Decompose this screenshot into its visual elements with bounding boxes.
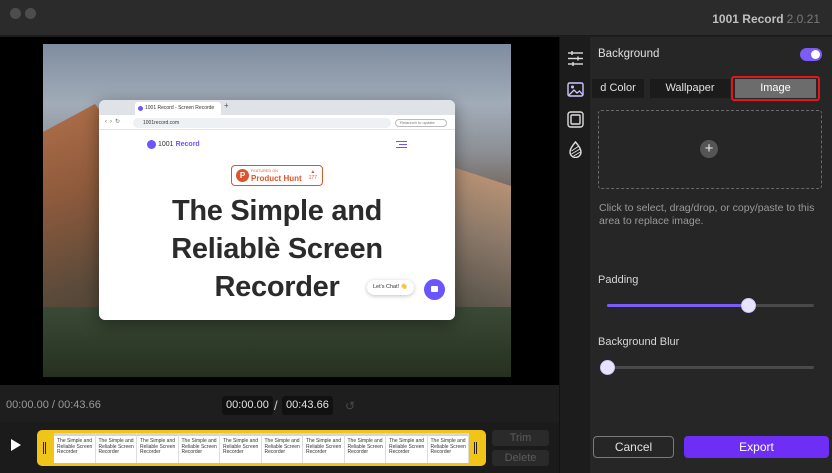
image-icon[interactable] <box>567 81 584 98</box>
undo-icon[interactable]: ↺ <box>345 399 355 413</box>
padding-label: Padding <box>598 274 639 286</box>
browser-tab-bar: 1001 Record - Screen Recorde + <box>99 100 455 115</box>
background-toggle[interactable] <box>800 48 822 61</box>
selection-highlight <box>731 76 820 101</box>
browser-tab: 1001 Record - Screen Recorde <box>135 102 221 115</box>
ph-votes: 177 <box>308 175 317 181</box>
ph-upvote: ▲ 177 <box>308 169 317 181</box>
export-button[interactable]: Export <box>684 436 829 458</box>
delete-button[interactable]: Delete <box>492 450 549 466</box>
browser-url-bar: ‹›↻ 1001record.com Relaunch to update <box>99 115 455 130</box>
image-dropzone[interactable]: + <box>598 110 822 189</box>
toggle-knob <box>811 50 820 59</box>
clip-frame: The Simple and Reliable Screen Recorder <box>303 433 345 463</box>
padding-slider[interactable] <box>607 298 814 313</box>
app-name: 1001 Record <box>712 12 784 26</box>
sliders-icon[interactable] <box>567 50 584 67</box>
tab-wallpaper[interactable]: Wallpaper <box>650 79 730 98</box>
clip-frame: The Simple and Reliable Screen Recorder <box>427 433 469 463</box>
logo-name: Record <box>175 141 200 148</box>
play-icon[interactable] <box>11 439 21 451</box>
favicon-icon <box>138 106 143 111</box>
dropzone-hint: Click to select, drag/drop, or copy/past… <box>599 202 815 227</box>
clip-frame: The Simple and Reliable Screen Recorder <box>261 433 303 463</box>
clip-thumbnails: The Simple and Reliable Screen Recorder … <box>54 433 469 463</box>
clip-frame: The Simple and Reliable Screen Recorder <box>137 433 179 463</box>
clip-frame: The Simple and Reliable Screen Recorder <box>95 433 137 463</box>
blur-slider-knob[interactable] <box>600 360 615 375</box>
clip-frame: The Simple and Reliable Screen Recorder <box>54 433 96 463</box>
blur-slider[interactable] <box>600 360 814 375</box>
time-separator: / <box>274 398 278 413</box>
shadow-icon[interactable] <box>567 141 584 158</box>
plus-icon[interactable]: + <box>700 140 718 158</box>
hamburger-menu-icon <box>396 141 407 148</box>
new-tab-icon: + <box>224 101 229 110</box>
tool-rail <box>560 37 590 473</box>
padding-slider-fill <box>607 304 748 307</box>
blur-label: Background Blur <box>598 336 680 348</box>
browser-tab-title: 1001 Record - Screen Recorde <box>145 105 215 111</box>
app-version: 2.0.21 <box>786 12 820 26</box>
tab-solid-color[interactable]: d Color <box>592 79 644 98</box>
trim-handle-right[interactable] <box>474 442 477 454</box>
window-close-button[interactable] <box>10 8 21 19</box>
headline-line-2: Reliablè Screen <box>171 233 383 265</box>
logo-prefix: 1001 <box>158 141 174 148</box>
product-hunt-icon: P <box>236 169 249 182</box>
chat-icon <box>424 279 445 300</box>
title-bar: 1001 Record 2.0.21 <box>0 0 832 36</box>
ph-name: Product Hunt <box>251 174 302 183</box>
browser-page: 1001 Record P FEATURED ON Product Hunt ▲ 1… <box>99 130 455 320</box>
trim-button[interactable]: Trim <box>492 430 549 446</box>
frame-icon[interactable] <box>567 111 584 128</box>
browser-url: 1001record.com <box>133 118 391 128</box>
padding-slider-knob[interactable] <box>740 298 756 313</box>
window-minimize-button[interactable] <box>25 8 36 19</box>
clip-frame: The Simple and Reliable Screen Recorder <box>220 433 262 463</box>
timeline-clip[interactable]: The Simple and Reliable Screen Recorder … <box>37 430 486 466</box>
clip-frame: The Simple and Reliable Screen Recorder <box>386 433 428 463</box>
product-hunt-badge: P FEATURED ON Product Hunt ▲ 177 <box>231 165 323 186</box>
ph-featured-label: FEATURED ON <box>251 169 279 173</box>
clip-frame: The Simple and Reliable Screen Recorder <box>344 433 386 463</box>
elapsed-time: 00:00.00 / 00:43.66 <box>6 399 101 411</box>
chat-bubble: Let's Chat! 👋 <box>367 280 414 295</box>
site-logo: 1001 Record <box>147 140 200 149</box>
recorded-browser-window: 1001 Record - Screen Recorde + ‹›↻ 1001r… <box>99 100 455 320</box>
clip-frame: The Simple and Reliable Screen Recorder <box>178 433 220 463</box>
headline-line-1: The Simple and <box>171 195 383 227</box>
browser-nav-icons: ‹›↻ <box>105 119 124 125</box>
duration-field[interactable]: 00:43.66 <box>282 396 333 415</box>
trim-handle-left[interactable] <box>43 442 46 454</box>
cancel-button[interactable]: Cancel <box>593 436 674 458</box>
background-label: Background <box>598 48 660 60</box>
logo-mark-icon <box>147 140 156 149</box>
settings-panel <box>590 37 832 473</box>
browser-update-pill: Relaunch to update <box>395 119 447 127</box>
current-time-field[interactable]: 00:00.00 <box>222 396 273 415</box>
app-title: 1001 Record 2.0.21 <box>712 12 820 26</box>
